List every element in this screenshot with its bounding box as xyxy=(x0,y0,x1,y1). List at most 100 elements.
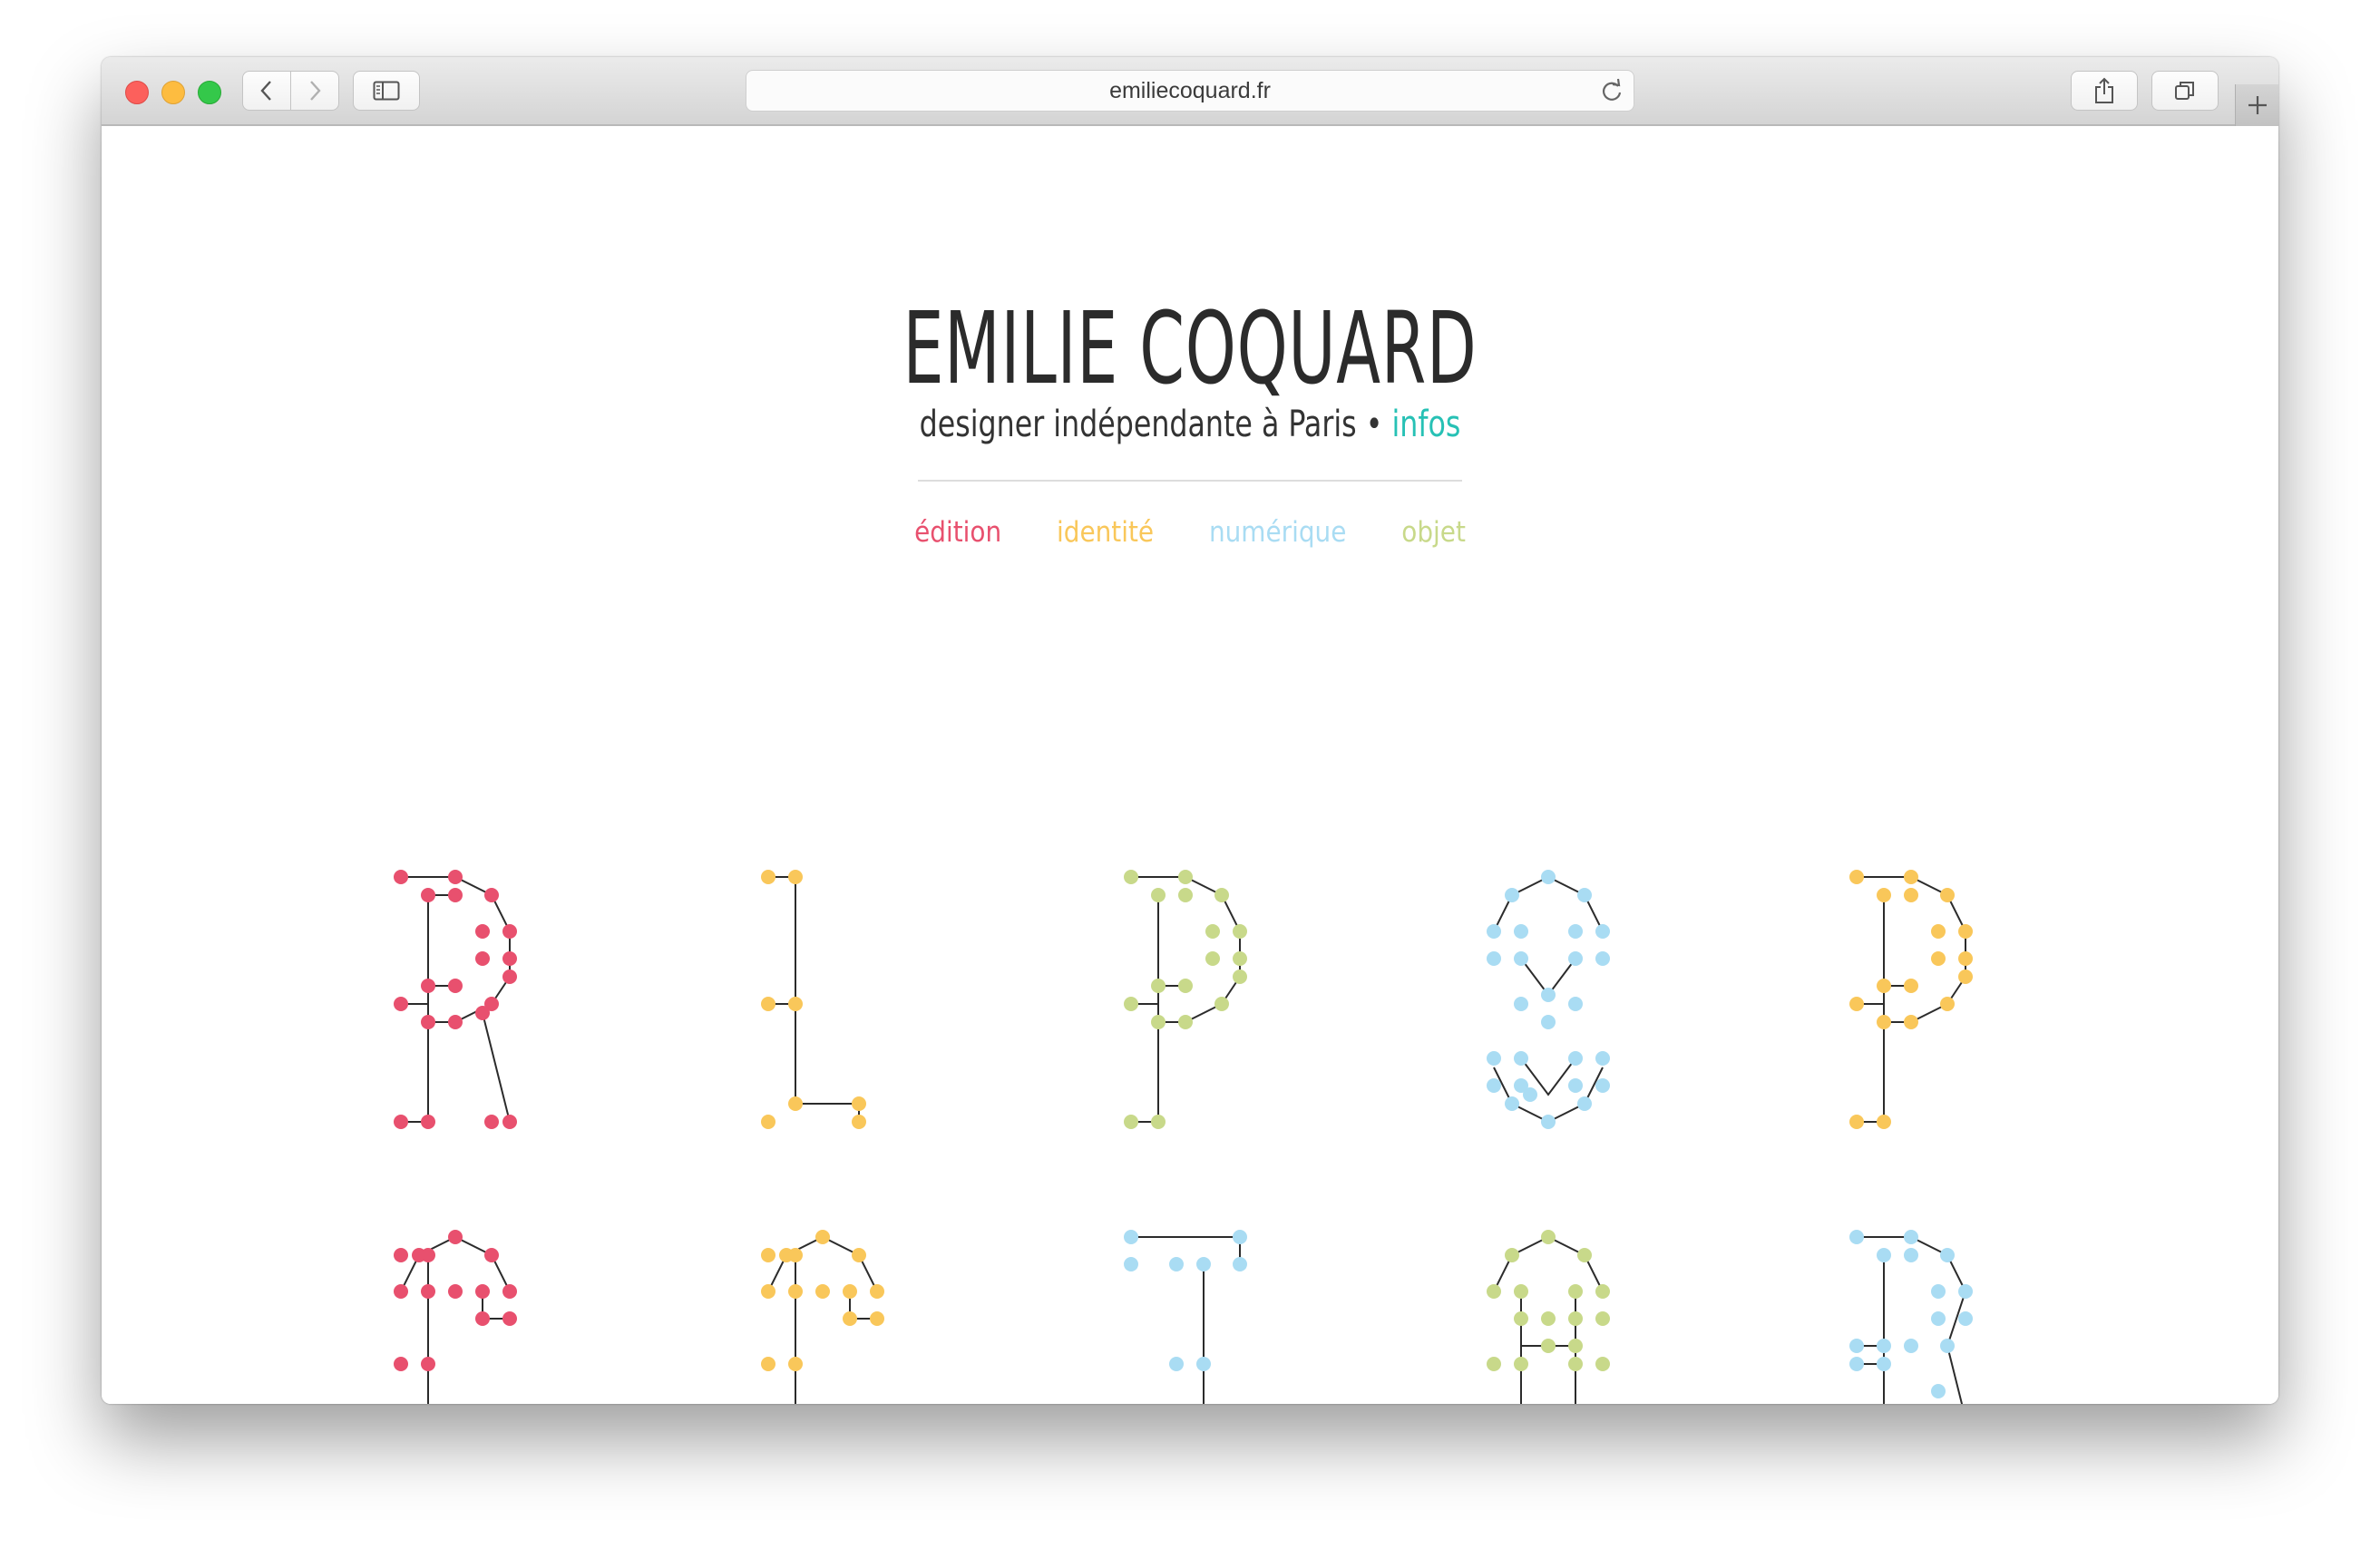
project-thumbnail[interactable] xyxy=(761,870,866,1129)
project-thumbnail[interactable] xyxy=(761,1230,884,1404)
project-thumbnail[interactable] xyxy=(1849,870,1973,1129)
thumbnail-dot xyxy=(394,997,408,1011)
thumbnail-dot xyxy=(1904,1015,1918,1029)
thumbnail-dot xyxy=(448,888,463,902)
thumbnail-dot xyxy=(1151,888,1166,902)
thumbnail-dot xyxy=(421,1284,435,1299)
tabs-overview-button[interactable] xyxy=(2151,71,2219,111)
thumbnail-dot xyxy=(421,1115,435,1129)
thumbnail-dot xyxy=(1541,1311,1556,1326)
thumbnail-dot xyxy=(1124,870,1138,884)
thumbnail-dot xyxy=(1877,888,1891,902)
thumbnail-dot xyxy=(502,924,517,939)
thumbnail-dot xyxy=(1904,1339,1918,1353)
thumbnail-dot xyxy=(1233,1257,1247,1271)
project-thumbnails xyxy=(394,870,1973,1404)
thumbnail-dot xyxy=(870,1311,884,1326)
thumbnail-line xyxy=(1493,1067,1549,1123)
thumbnail-dot xyxy=(1958,1284,1973,1299)
thumbnail-dot xyxy=(475,951,490,966)
project-thumbnail[interactable] xyxy=(1849,1230,1973,1404)
project-thumbnail[interactable] xyxy=(1124,1230,1247,1404)
thumbnail-dot xyxy=(1904,888,1918,902)
thumbnail-dot xyxy=(1124,1115,1138,1129)
thumbnail-dot xyxy=(1577,1248,1592,1262)
thumbnail-dot xyxy=(1233,924,1247,939)
thumbnail-dot xyxy=(1487,1284,1501,1299)
thumbnail-dot xyxy=(1487,951,1501,966)
thumbnail-dot xyxy=(1940,997,1955,1011)
thumbnail-dot xyxy=(1151,1115,1166,1129)
thumbnail-line xyxy=(1493,1236,1549,1292)
thumbnail-dot xyxy=(1849,1357,1864,1371)
thumbnail-dot xyxy=(761,1357,775,1371)
thumbnail-dot xyxy=(394,1115,408,1129)
thumbnail-dot xyxy=(484,888,499,902)
thumbnail-dot xyxy=(1487,1078,1501,1093)
project-thumbnail[interactable] xyxy=(1124,870,1247,1129)
thumbnail-dot xyxy=(1595,951,1610,966)
thumbnail-dot xyxy=(843,1311,857,1326)
thumbnail-dot xyxy=(394,870,408,884)
thumbnail-dot xyxy=(1178,979,1193,993)
thumbnail-dot xyxy=(1214,997,1229,1011)
close-window-button[interactable] xyxy=(125,81,149,104)
thumbnail-dot xyxy=(1568,997,1583,1011)
thumbnail-dot xyxy=(1205,924,1220,939)
thumbnail-dot xyxy=(1877,1357,1891,1371)
tabs-icon xyxy=(2175,82,2194,100)
thumbnail-dot xyxy=(1877,979,1891,993)
thumbnail-line xyxy=(767,1235,878,1292)
minimize-window-button[interactable] xyxy=(161,81,185,104)
thumbnail-dot xyxy=(1931,951,1946,966)
thumbnail-dot xyxy=(1568,1311,1583,1326)
thumbnail-dot xyxy=(1178,870,1193,884)
thumbnail-dot xyxy=(1849,1230,1864,1244)
project-thumbnail[interactable] xyxy=(1487,1230,1610,1404)
thumbnail-dot xyxy=(1958,969,1973,984)
thumbnail-dot xyxy=(852,1248,866,1262)
thumbnail-dot xyxy=(1958,1311,1973,1326)
address-bar[interactable]: emiliecoquard.fr xyxy=(746,70,1634,112)
thumbnail-dot xyxy=(1568,924,1583,939)
thumbnail-dot xyxy=(475,924,490,939)
project-thumbnail[interactable] xyxy=(394,870,517,1129)
project-thumbnail[interactable] xyxy=(394,1230,517,1404)
thumbnail-dot xyxy=(788,870,803,884)
thumbnail-dot xyxy=(1940,888,1955,902)
sidebar-button[interactable] xyxy=(353,71,420,111)
thumbnail-dot xyxy=(421,888,435,902)
thumbnail-dot xyxy=(852,1096,866,1111)
share-button[interactable] xyxy=(2071,71,2138,111)
browser-toolbar: emiliecoquard.fr xyxy=(102,57,2278,126)
thumbnail-dot xyxy=(1169,1357,1184,1371)
thumbnail-dot xyxy=(1877,1248,1891,1262)
thumbnail-dot xyxy=(1849,1115,1864,1129)
back-button[interactable] xyxy=(242,71,291,111)
thumbnail-dot xyxy=(1568,1051,1583,1066)
thumbnail-dot xyxy=(1958,924,1973,939)
thumbnail-dot xyxy=(502,1311,517,1326)
thumbnail-dot xyxy=(1487,1051,1501,1066)
forward-button[interactable] xyxy=(290,71,339,111)
thumbnail-dot xyxy=(1849,1339,1864,1353)
thumbnail-dot xyxy=(448,979,463,993)
new-tab-button[interactable] xyxy=(2235,84,2278,126)
thumbnail-line xyxy=(400,1235,511,1292)
thumbnail-dot xyxy=(475,1006,490,1020)
project-thumbnail[interactable] xyxy=(1487,870,1610,1129)
thumbnail-dot xyxy=(1514,1311,1528,1326)
thumbnail-dot xyxy=(1233,951,1247,966)
thumbnail-dot xyxy=(788,1357,803,1371)
thumbnail-dot xyxy=(761,1284,775,1299)
page-content: EMILIE COQUARD designer indépendante à P… xyxy=(102,126,2278,1404)
url-text[interactable]: emiliecoquard.fr xyxy=(746,71,1634,111)
zoom-window-button[interactable] xyxy=(198,81,221,104)
thumbnail-dot xyxy=(1931,1311,1946,1326)
thumbnail-dot xyxy=(1568,1078,1583,1093)
thumbnail-dot xyxy=(852,1115,866,1129)
thumbnail-line xyxy=(482,1012,511,1123)
reload-button[interactable] xyxy=(1599,78,1624,107)
thumbnail-dot xyxy=(788,997,803,1011)
thumbnail-dot xyxy=(1514,1357,1528,1371)
